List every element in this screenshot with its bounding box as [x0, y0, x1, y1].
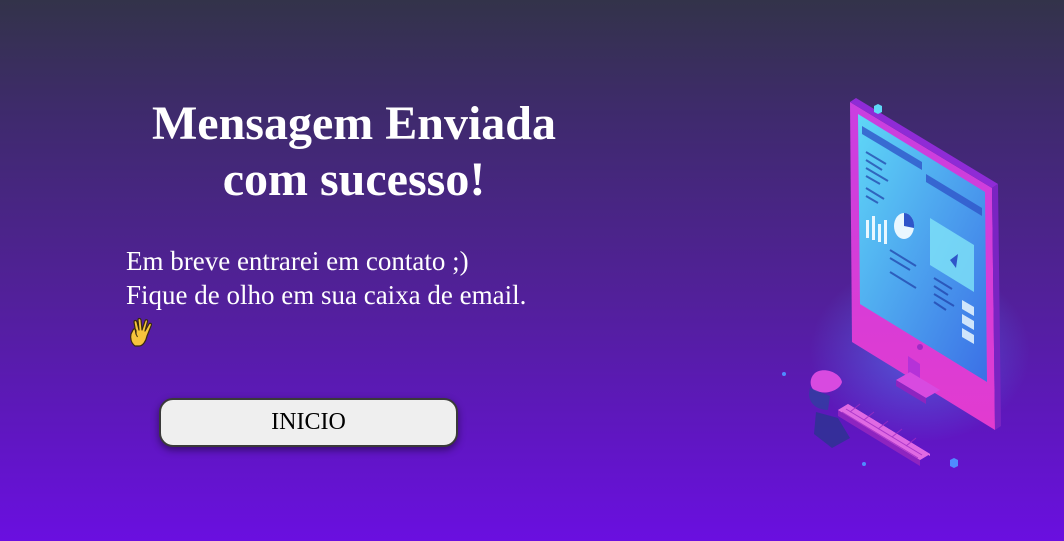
vulcan-salute-icon [130, 317, 153, 347]
content-panel: Mensagem Enviada com sucesso! Em breve e… [126, 96, 596, 356]
page: Mensagem Enviada com sucesso! Em breve e… [0, 0, 1064, 541]
computer-monitor-illustration [782, 98, 1030, 468]
confirmation-message: Em breve entrarei em contato ;) Fique de… [126, 244, 596, 356]
page-title: Mensagem Enviada com sucesso! [120, 96, 588, 208]
title-line-2: com sucesso! [222, 153, 486, 206]
title-line-1: Mensagem Enviada [151, 97, 556, 150]
inicio-button[interactable]: INICIO [159, 398, 458, 447]
message-line-1: Em breve entrarei em contato ;) [126, 246, 469, 276]
message-line-2: Fique de olho em sua caixa de email. [126, 280, 527, 310]
